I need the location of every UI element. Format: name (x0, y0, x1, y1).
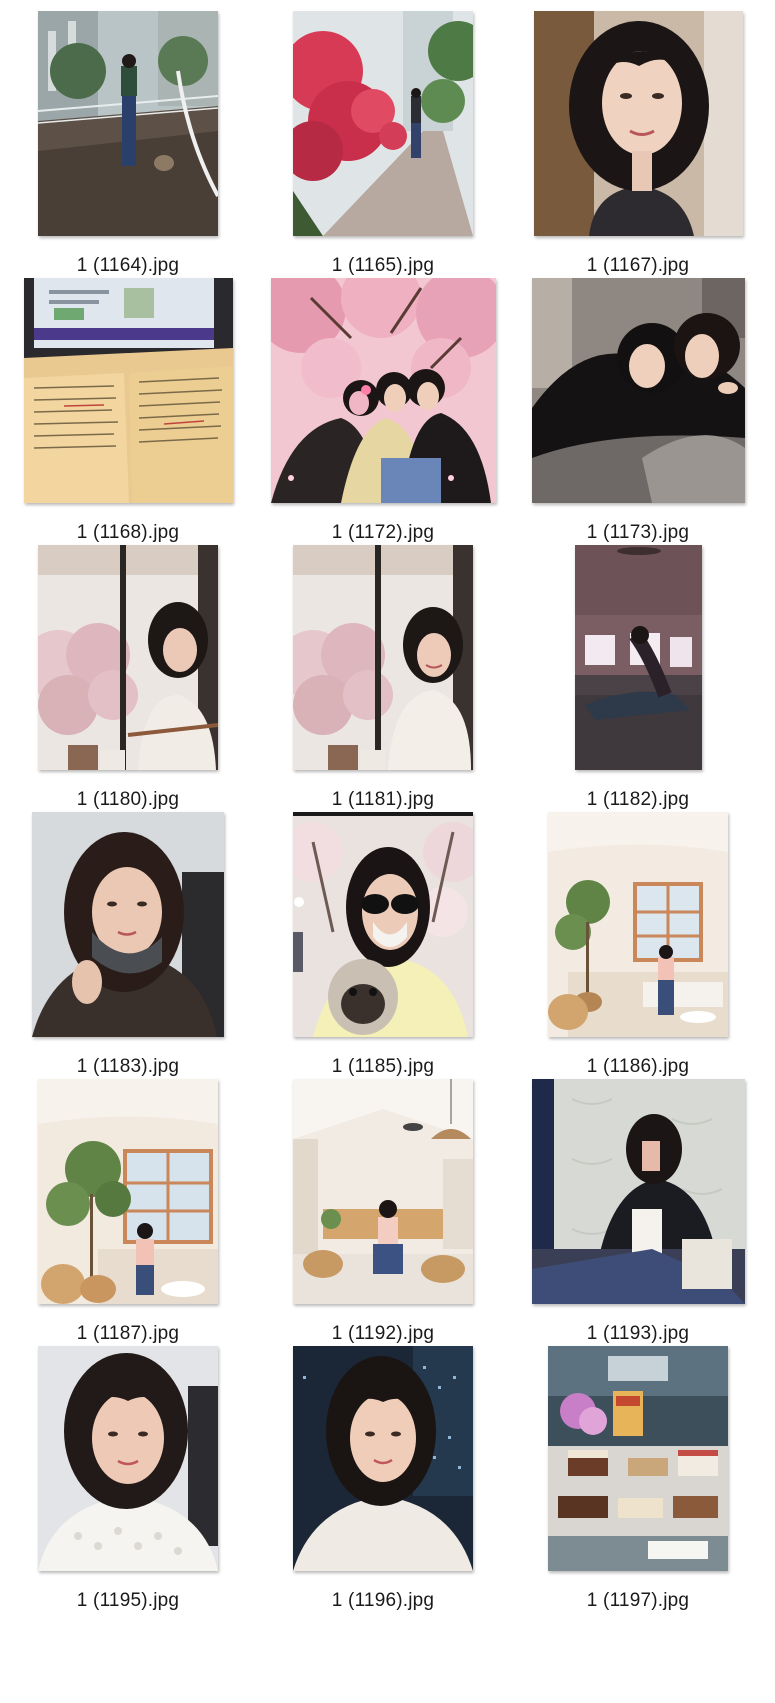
file-item[interactable]: 1 (1181).jpg (255, 534, 511, 824)
two-women-lying-photo[interactable] (531, 277, 745, 503)
selfie-portrait-photo[interactable] (533, 10, 743, 236)
file-item[interactable]: 1 (1164).jpg (0, 0, 256, 290)
azalea-path-walk-photo[interactable] (293, 10, 473, 236)
file-item[interactable]: 1 (1183).jpg (0, 801, 256, 1091)
file-item[interactable]: 1 (1197).jpg (510, 1335, 766, 1625)
file-item[interactable]: 1 (1165).jpg (255, 0, 511, 290)
file-item[interactable]: 1 (1168).jpg (0, 267, 256, 557)
cherry-blossom-friends-photo[interactable] (270, 277, 496, 503)
file-item[interactable]: 1 (1182).jpg (510, 534, 766, 824)
sunglasses-pug-photo[interactable] (293, 811, 473, 1037)
cafe-window-blossoms-photo[interactable] (38, 544, 218, 770)
bright-cafe-plant-photo[interactable] (38, 1078, 218, 1304)
file-item[interactable]: 1 (1195).jpg (0, 1335, 256, 1625)
bakery-display-photo[interactable] (548, 1345, 728, 1571)
file-item[interactable]: 1 (1196).jpg (255, 1335, 511, 1625)
cafe-window-smile-photo[interactable] (293, 544, 473, 770)
file-item[interactable]: 1 (1185).jpg (255, 801, 511, 1091)
yoga-stretch-photo[interactable] (574, 544, 702, 770)
night-city-selfie-photo[interactable] (293, 1345, 473, 1571)
bright-cafe-seated-photo[interactable] (548, 811, 728, 1037)
file-item[interactable]: 1 (1167).jpg (510, 0, 766, 290)
file-name-label: 1 (1195).jpg (76, 1590, 180, 1611)
file-item[interactable]: 1 (1192).jpg (255, 1068, 511, 1358)
study-notes-laptop-photo[interactable] (23, 277, 233, 503)
file-item[interactable]: 1 (1173).jpg (510, 267, 766, 557)
white-lace-selfie-photo[interactable] (38, 1345, 218, 1571)
file-item[interactable]: 1 (1172).jpg (255, 267, 511, 557)
file-name-label: 1 (1196).jpg (331, 1590, 435, 1611)
file-item[interactable]: 1 (1180).jpg (0, 534, 256, 824)
mirror-selfie-photo[interactable] (531, 1078, 745, 1304)
walking-dog-on-bridge-photo[interactable] (38, 10, 218, 236)
file-grid: 1 (1164).jpg 1 (1165).jpg 1 (1167).jpg 1… (0, 0, 775, 1703)
office-selfie-mask-photo[interactable] (32, 811, 224, 1037)
file-item[interactable]: 1 (1193).jpg (510, 1068, 766, 1358)
cafe-hall-seated-photo[interactable] (293, 1078, 473, 1304)
file-name-label: 1 (1197).jpg (586, 1590, 690, 1611)
file-item[interactable]: 1 (1187).jpg (0, 1068, 256, 1358)
file-item[interactable]: 1 (1186).jpg (510, 801, 766, 1091)
